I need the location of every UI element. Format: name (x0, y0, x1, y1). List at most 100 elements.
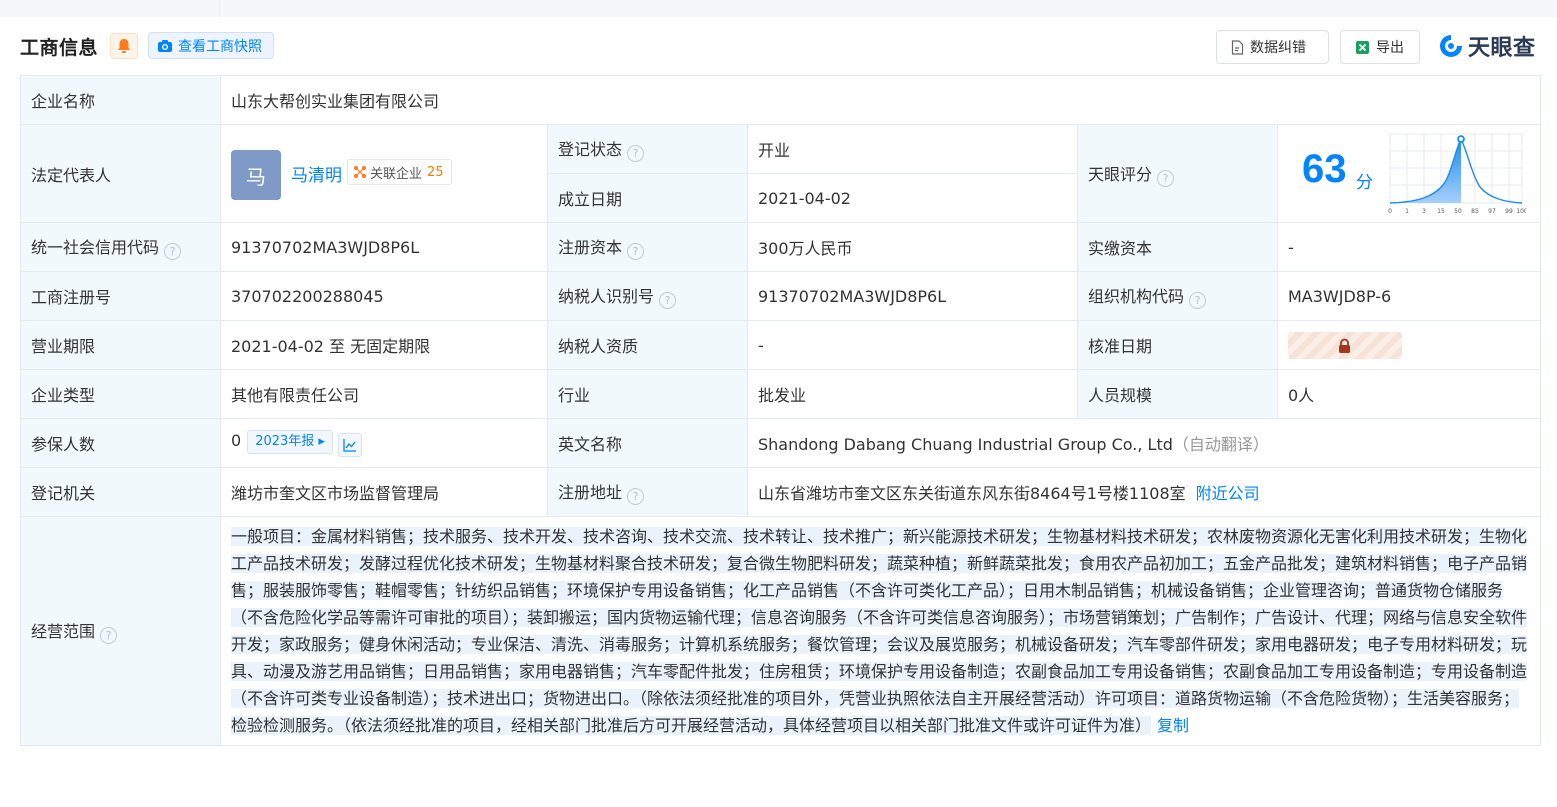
score-distribution-chart: 0 1 3 15 50 85 97 99100 (1388, 133, 1526, 215)
trend-chart-icon (343, 438, 356, 452)
en-name-cell: Shandong Dabang Chuang Industrial Group … (746, 418, 1542, 468)
network-icon (354, 166, 366, 178)
annual-report-label: 2023年报 (255, 433, 315, 449)
snapshot-button[interactable]: 查看工商快照 (148, 32, 274, 59)
industry-label: 行业 (547, 369, 748, 419)
scope-value: 一般项目：金属材料销售；技术服务、技术开发、技术咨询、技术交流、技术转让、技术推… (231, 527, 1528, 735)
chart-tick-label: 85 (1471, 208, 1479, 215)
paid-capital-label: 实缴资本 (1077, 222, 1278, 272)
tax-qual-value: - (747, 320, 1078, 370)
table-row: 营业期限 2021-04-02 至 无固定期限 纳税人资质 - 核准日期 (20, 320, 1542, 370)
table-row: 经营范围? 一般项目：金属材料销售；技术服务、技术开发、技术咨询、技术交流、技术… (20, 516, 1542, 746)
chart-tick-label: 3 (1422, 208, 1426, 215)
bell-button[interactable] (110, 33, 138, 59)
chart-tick-label: 1 (1405, 208, 1409, 215)
export-label: 导出 (1376, 40, 1404, 56)
chart-tick-label: 100 (1516, 208, 1526, 215)
company-name-label: 企业名称 (20, 75, 221, 125)
question-icon[interactable]: ? (100, 627, 118, 644)
company-type-label: 企业类型 (20, 369, 221, 419)
score-unit: 分 (1356, 173, 1373, 193)
insured-value: 0 (231, 430, 242, 450)
data-correct-button[interactable]: 数据纠错 (1216, 30, 1329, 64)
chart-tick-label: 15 (1437, 208, 1445, 215)
chart-tick-label: 99 (1505, 208, 1513, 215)
staff-label: 人员规模 (1077, 369, 1278, 419)
question-icon[interactable]: ? (659, 292, 677, 309)
org-code-label: 组织机构代码? (1077, 271, 1278, 321)
company-name-value: 山东大帮创实业集团有限公司 (219, 75, 1542, 125)
question-icon[interactable]: ? (164, 243, 182, 260)
authority-label: 登记机关 (20, 467, 221, 517)
lock-icon (1339, 338, 1350, 353)
address-cell: 山东省潍坊市奎文区东关街道东风东街8464号1号楼1108室 附近公司 (746, 467, 1542, 517)
data-correct-label: 数据纠错 (1250, 40, 1306, 56)
doc-edit-icon (1231, 39, 1244, 55)
trend-button[interactable] (337, 432, 362, 457)
reg-status-label-text: 登记状态 (558, 140, 623, 159)
chart-tick-label: 97 (1488, 208, 1496, 215)
section-header: 工商信息 查看工商快照 数据纠错 导出 天眼查 (0, 17, 1557, 75)
question-icon[interactable]: ? (627, 243, 645, 260)
paid-capital-value: - (1276, 222, 1542, 272)
question-icon[interactable]: ? (627, 145, 645, 162)
address-label-text: 注册地址 (558, 483, 623, 502)
found-date-value: 2021-04-02 (747, 173, 1078, 223)
company-type-value: 其他有限责任公司 (220, 369, 548, 419)
annual-report-button[interactable]: 2023年报 ▸ (247, 429, 333, 454)
reg-status-label: 登记状态? (547, 124, 748, 174)
approve-date-label: 核准日期 (1077, 320, 1278, 370)
tianyancha-logo: 天眼查 (1438, 29, 1536, 63)
table-row: 登记机关 潍坊市奎文区市场监督管理局 注册地址? 山东省潍坊市奎文区东关街道东风… (20, 467, 1542, 517)
chart-tick-label: 50 (1454, 208, 1462, 215)
table-row: 企业类型 其他有限责任公司 行业 批发业 人员规模 0人 (20, 369, 1542, 419)
locked-value[interactable] (1288, 331, 1402, 359)
legal-rep-name-link[interactable]: 马清明 (291, 161, 342, 186)
related-companies-label: 关联企业 (370, 166, 423, 182)
reg-capital-value: 300万人民币 (747, 222, 1078, 272)
table-row: 统一社会信用代码? 91370702MA3WJD8P6L 注册资本? 300万人… (20, 222, 1542, 272)
table-row: 工商注册号 370702200288045 纳税人识别号? 91370702MA… (20, 271, 1542, 321)
chart-ticks: 0 1 3 15 50 85 97 99100 (1388, 208, 1526, 215)
reg-capital-label: 注册资本? (547, 222, 748, 272)
camera-icon (158, 39, 172, 52)
en-name-label: 英文名称 (547, 418, 748, 468)
score-marker (1457, 135, 1465, 143)
taxpayer-id-label: 纳税人识别号? (547, 271, 748, 321)
avatar[interactable]: 马 (231, 150, 281, 200)
address-value: 山东省潍坊市奎文区东关街道东风东街8464号1号楼1108室 (758, 484, 1186, 503)
table-row: 参保人数 0 2023年报 ▸ 英文名称 Shandong Dabang Chua… (20, 418, 1542, 468)
credit-code-value: 91370702MA3WJD8P6L (220, 222, 548, 272)
insured-cell: 0 2023年报 ▸ (220, 418, 548, 468)
org-code-value: MA3WJD8P-6 (1276, 271, 1542, 321)
tax-qual-label: 纳税人资质 (547, 320, 748, 370)
tianyancha-logo-icon (1440, 35, 1462, 57)
bell-icon (118, 39, 130, 53)
nearby-companies-link[interactable]: 附近公司 (1196, 484, 1260, 503)
reg-no-value: 370702200288045 (220, 271, 548, 321)
staff-value: 0人 (1276, 369, 1542, 419)
authority-value: 潍坊市奎文区市场监督管理局 (220, 467, 548, 517)
top-strip (0, 0, 1557, 17)
table-row: 企业名称 山东大帮创实业集团有限公司 (20, 75, 1542, 125)
org-code-label-text: 组织机构代码 (1088, 287, 1185, 306)
question-icon[interactable]: ? (627, 488, 645, 505)
copy-button[interactable]: 复制 (1157, 716, 1189, 735)
score-cell[interactable]: 63 分 0 1 3 15 50 85 97 99 10 (1276, 124, 1542, 223)
section-title: 工商信息 (20, 37, 99, 59)
insured-label: 参保人数 (20, 418, 221, 468)
en-name-note: （自动翻译） (1172, 435, 1269, 454)
term-value: 2021-04-02 至 无固定期限 (220, 320, 548, 370)
related-companies-badge[interactable]: 关联企业 25 (347, 159, 452, 185)
scope-cell: 一般项目：金属材料销售；技术服务、技术开发、技术咨询、技术交流、技术转让、技术推… (219, 516, 1542, 746)
address-label: 注册地址? (547, 467, 748, 517)
en-name-value: Shandong Dabang Chuang Industrial Group … (758, 435, 1173, 454)
term-label: 营业期限 (20, 320, 221, 370)
question-icon[interactable]: ? (1157, 169, 1175, 187)
legal-rep-cell: 马 马清明 关联企业 25 (220, 124, 548, 223)
question-icon[interactable]: ? (1189, 292, 1207, 309)
found-date-label: 成立日期 (547, 173, 748, 223)
export-button[interactable]: 导出 (1340, 30, 1420, 64)
reg-no-label: 工商注册号 (20, 271, 221, 321)
legal-rep-label: 法定代表人 (20, 124, 221, 223)
